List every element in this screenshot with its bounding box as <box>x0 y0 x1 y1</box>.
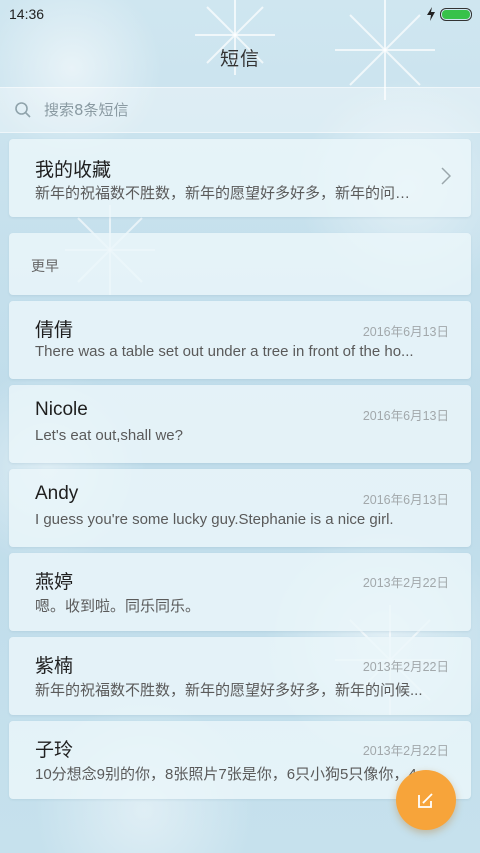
section-header-earlier: 更早 <box>9 233 471 295</box>
message-preview: 嗯。收到啦。同乐同乐。 <box>35 598 201 615</box>
charging-icon <box>427 7 435 21</box>
search-bar[interactable] <box>0 87 480 133</box>
favorites-preview: 新年的祝福数不胜数，新年的愿望好多好多，新年的问候... <box>35 185 420 202</box>
status-bar: 14:36 <box>0 0 480 28</box>
message-preview: There was a table set out under a tree i… <box>35 343 414 360</box>
conversation-item[interactable]: Nicole 2016年6月13日 Let's eat out,shall we… <box>9 385 471 463</box>
battery-icon <box>440 7 472 21</box>
page-title: 短信 <box>219 47 260 70</box>
contact-name: 燕婷 <box>35 572 74 593</box>
battery-level <box>442 9 470 19</box>
message-date: 2016年6月13日 <box>362 493 449 507</box>
message-date: 2016年6月13日 <box>362 325 449 339</box>
message-preview: 新年的祝福数不胜数，新年的愿望好多好多，新年的问候... <box>35 682 423 699</box>
header: 短信 <box>0 28 480 86</box>
contact-name: Andy <box>35 483 79 504</box>
message-date: 2013年2月22日 <box>362 576 449 590</box>
conversation-item[interactable]: 紫楠 2013年2月22日 新年的祝福数不胜数，新年的愿望好多好多，新年的问候.… <box>9 637 471 715</box>
search-icon <box>15 102 31 118</box>
conversation-item[interactable]: Andy 2016年6月13日 I guess you're some luck… <box>9 469 471 547</box>
favorites-card[interactable]: 我的收藏 新年的祝福数不胜数，新年的愿望好多好多，新年的问候... <box>9 139 471 217</box>
compose-button[interactable] <box>396 770 456 830</box>
conversation-item[interactable]: 倩倩 2016年6月13日 There was a table set out … <box>9 301 471 379</box>
message-date: 2013年2月22日 <box>362 744 449 758</box>
contact-name: 倩倩 <box>35 320 74 341</box>
message-preview: Let's eat out,shall we? <box>35 427 183 444</box>
search-input[interactable] <box>44 101 444 119</box>
compose-icon <box>418 793 433 808</box>
contact-name: Nicole <box>35 399 88 420</box>
chevron-right-icon <box>441 167 451 185</box>
section-label: 更早 <box>31 259 59 275</box>
favorites-title: 我的收藏 <box>35 160 112 181</box>
status-time: 14:36 <box>9 6 45 22</box>
message-date: 2016年6月13日 <box>362 409 449 423</box>
message-date: 2013年2月22日 <box>362 660 449 674</box>
contact-name: 紫楠 <box>35 656 74 677</box>
status-icons <box>426 7 472 21</box>
conversation-item[interactable]: 燕婷 2013年2月22日 嗯。收到啦。同乐同乐。 <box>9 553 471 631</box>
contact-name: 子玲 <box>35 740 74 761</box>
message-preview: I guess you're some lucky guy.Stephanie … <box>35 511 394 528</box>
message-preview: 10分想念9别的你，8张照片7张是你，6只小狗5只像你，4... <box>35 766 430 783</box>
